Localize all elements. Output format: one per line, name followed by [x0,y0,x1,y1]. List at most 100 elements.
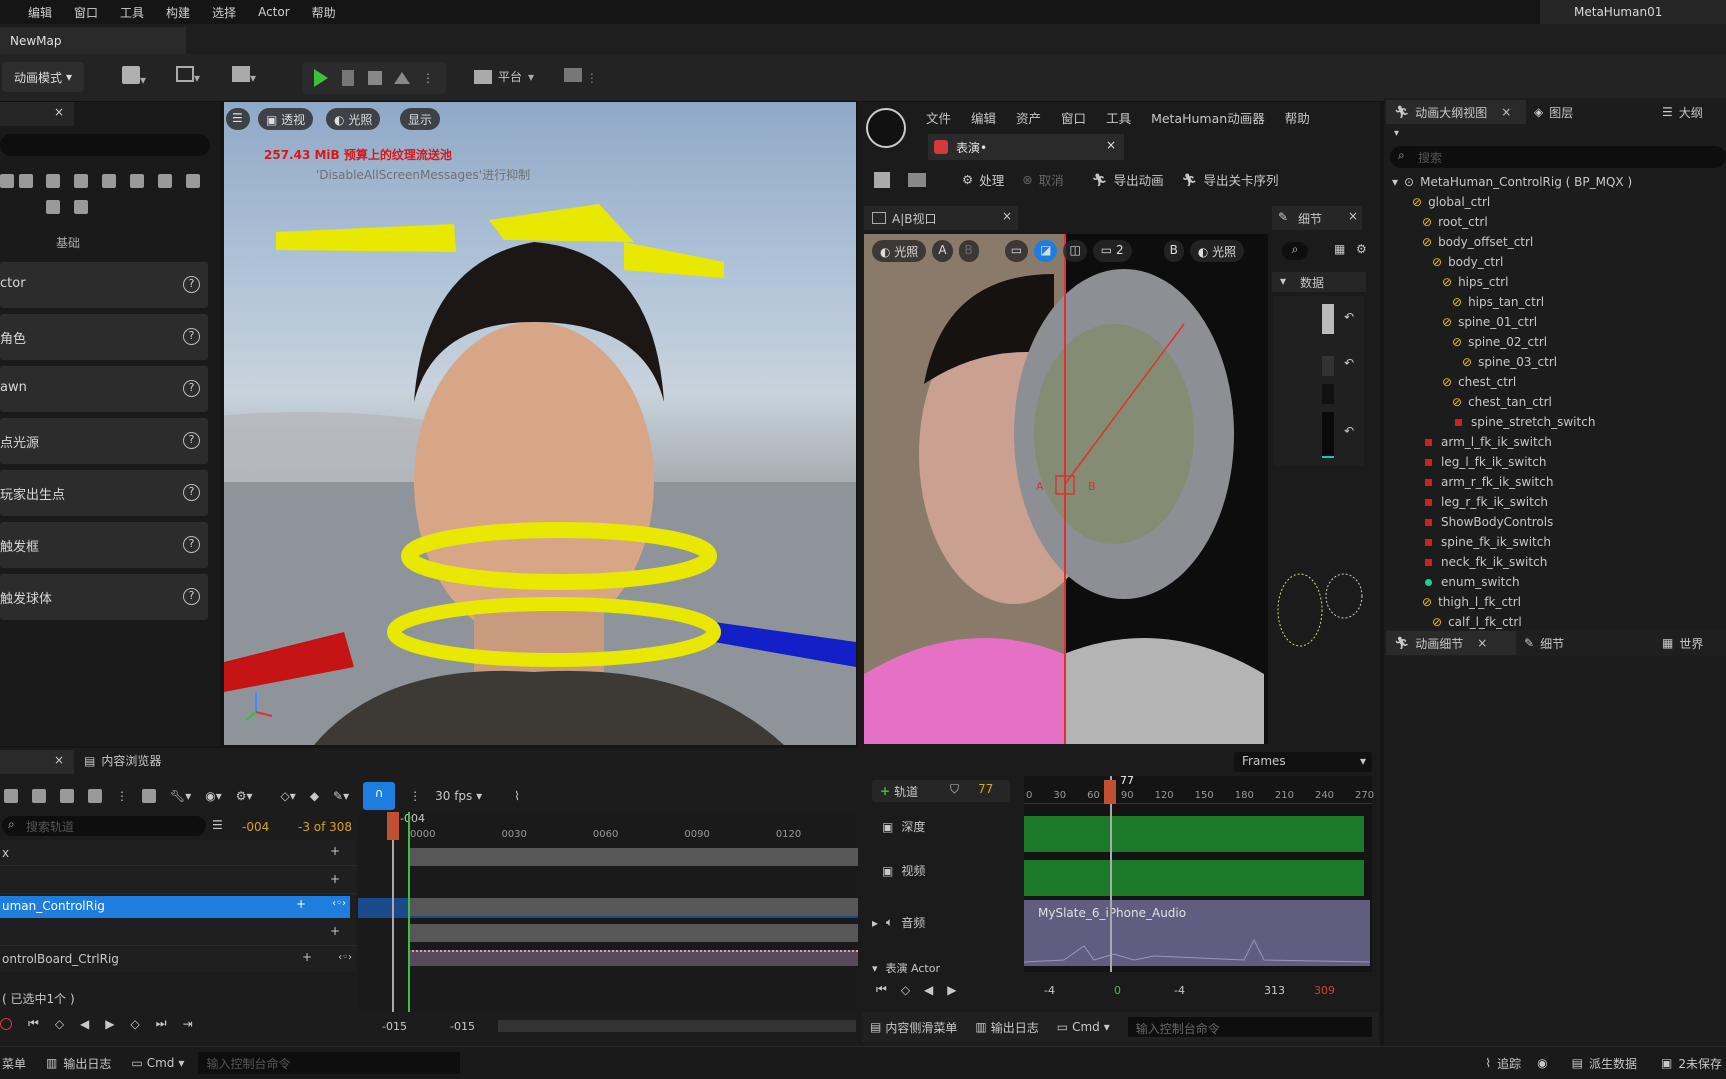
console-input[interactable]: 输入控制台命令 [1127,1017,1372,1037]
more-options-icon[interactable]: ⋮ [422,71,434,85]
tree-item[interactable]: ⊘ spine_02_ctrl [1392,332,1726,352]
tree-item[interactable]: leg_l_fk_ik_switch [1392,452,1726,472]
pencil-icon[interactable]: ✎▾ [333,789,349,803]
tree-item[interactable]: leg_r_fk_ik_switch [1392,492,1726,512]
key-nav-icon[interactable]: ‹◦› [332,898,346,909]
outliner-tab[interactable]: ☰ 大纲 [1662,104,1703,121]
plus-icon[interactable]: + [330,924,340,938]
tree-item[interactable]: ⊘ thigh_l_fk_ctrl [1392,592,1726,612]
place-item-pawn[interactable]: awn? [0,366,208,412]
sequencer-timeline[interactable]: -004 [358,812,858,1012]
tree-item[interactable]: neck_fk_ik_switch [1392,552,1726,572]
shape-icon[interactable] [19,174,33,188]
mh-menu-window[interactable]: 窗口 [1061,108,1086,127]
world-tab[interactable]: ▦ 世界 [1662,635,1703,652]
volumes-icon[interactable] [158,174,172,188]
menu-item-edit[interactable]: 编辑 [28,4,52,21]
console-input[interactable]: 输入控制台命令 [198,1052,461,1074]
place-actors-tab[interactable]: × [0,102,74,126]
menu-item-window[interactable]: 窗口 [74,4,98,21]
mh-menu-file[interactable]: 文件 [926,108,951,127]
plus-icon[interactable]: + [330,872,340,886]
details-tab[interactable]: ✎ 细节 [1524,635,1654,652]
tree-item[interactable]: ⊘ body_offset_ctrl [1392,232,1726,252]
place-item-player-start[interactable]: 玩家出生点? [0,470,208,516]
close-icon[interactable]: × [1501,105,1511,119]
help-icon[interactable]: ? [183,276,200,293]
tree-item[interactable]: ShowBodyControls [1392,512,1726,532]
viewport-menu-button[interactable]: ☰ [226,108,250,130]
output-log-button[interactable]: ▥ 输出日志 [975,1019,1038,1036]
record-icon[interactable] [0,1017,12,1030]
dual-view-button[interactable]: ◫ [1063,240,1087,262]
notification-icon[interactable]: ◉ [1537,1056,1547,1070]
video-track[interactable]: ▣ 视频 [882,862,925,879]
video-thumbnail[interactable] [1322,356,1334,376]
sequencer-playhead-handle[interactable] [387,812,399,840]
frames-dropdown[interactable]: Frames ▾ [1234,752,1372,772]
prev-key-icon[interactable]: ◇ [901,983,910,997]
content-browser-tab[interactable]: ▤ 内容浏览器 [84,752,161,769]
wrench-icon[interactable]: 🔧︎▾ [170,789,191,803]
help-icon[interactable]: ? [183,380,200,397]
mh-menu-edit[interactable]: 编辑 [971,108,996,127]
layers-tab[interactable]: ◈ 图层 [1534,104,1654,121]
export-animation-button[interactable]: 🏃︎ 导出动画 [1092,170,1164,189]
more-options-icon[interactable]: ⋮ [409,789,421,803]
menu-item-actor[interactable]: Actor [258,5,290,19]
ab-viewport-tab[interactable]: A|B视口 × [864,206,1018,230]
help-icon[interactable]: ? [183,484,200,501]
track-row[interactable]: ontrolBoard_CtrlRig + ‹◦› [0,948,356,972]
outliner-search-input[interactable]: ⌕ 搜索 [1390,146,1726,168]
place-item-trigger-box[interactable]: 触发框? [0,522,208,568]
geometry-icon[interactable] [130,174,144,188]
tree-item[interactable]: ⊘ chest_tan_ctrl [1392,392,1726,412]
next-key-icon[interactable]: ◇ [131,1017,140,1031]
play-icon[interactable]: ▶ [947,983,956,997]
controlboard-keys[interactable] [408,950,858,966]
audio-track-clip[interactable]: MySlate_6_iPhone_Audio [1024,900,1370,966]
mh-menu-tools[interactable]: 工具 [1106,108,1131,127]
cinematic-icon[interactable] [46,174,60,188]
mh-timeline-area[interactable]: MySlate_6_iPhone_Audio 77 [1024,774,1372,972]
curve-editor-icon[interactable]: ⌇ [514,789,520,803]
actor-track[interactable]: ▾ 表演 Actor [872,960,940,976]
map-tab[interactable]: NewMap [0,27,186,54]
depth-track[interactable]: ▣ 深度 [882,818,925,835]
audio-thumbnail[interactable] [1322,384,1334,404]
export-sequence-button[interactable]: 🏃︎ 导出关卡序列 [1182,170,1279,189]
magnet-icon[interactable]: ∩ [363,782,396,810]
view-b-button[interactable]: B [1163,240,1184,262]
cinematics-button[interactable]: ▾ [232,66,272,88]
help-icon[interactable]: ? [183,432,200,449]
track-row[interactable]: + [0,920,356,946]
actor-thumbnail[interactable] [1322,412,1334,458]
ab-viewport[interactable]: A B [864,234,1268,744]
menu-item-build[interactable]: 构建 [166,4,190,21]
mode-dropdown[interactable]: 动画模式 ▾ [2,62,84,92]
tree-item[interactable]: ⊘ spine_01_ctrl [1392,312,1726,332]
close-icon[interactable]: × [1348,209,1358,223]
close-icon[interactable]: × [1002,209,1012,223]
cmd-dropdown[interactable]: ▭ Cmd ▾ [1057,1020,1110,1034]
track-section[interactable] [408,848,858,866]
tree-item[interactable]: ⊘ chest_ctrl [1392,372,1726,392]
tree-item[interactable]: ⊘ calf_l_fk_ctrl [1392,612,1726,632]
tree-item[interactable]: enum_switch [1392,572,1726,592]
track-row[interactable]: x + [0,840,356,866]
all-classes-icon[interactable] [186,174,200,188]
camera-icon[interactable] [60,789,74,803]
depth-track-strip[interactable] [1024,816,1364,852]
show-button[interactable]: 显示 [400,108,441,130]
plus-icon[interactable]: + [296,897,306,911]
tree-item[interactable]: ⊘ spine_03_ctrl [1392,352,1726,372]
mh-details-tab[interactable]: ✎ 细节 × [1272,206,1362,230]
tree-item[interactable]: ⊘ global_ctrl [1392,192,1726,212]
plus-icon[interactable]: + [302,950,312,964]
single-view-button[interactable]: ▭ [1004,240,1029,262]
step-back-icon[interactable]: ◀ [80,1017,89,1031]
unsaved-button[interactable]: ▣ 2未保存 [1661,1055,1722,1072]
filter-icon[interactable]: ⛉ [950,782,959,797]
browse-icon[interactable] [32,789,46,803]
performance-tab[interactable]: 表演• × [928,134,1124,160]
